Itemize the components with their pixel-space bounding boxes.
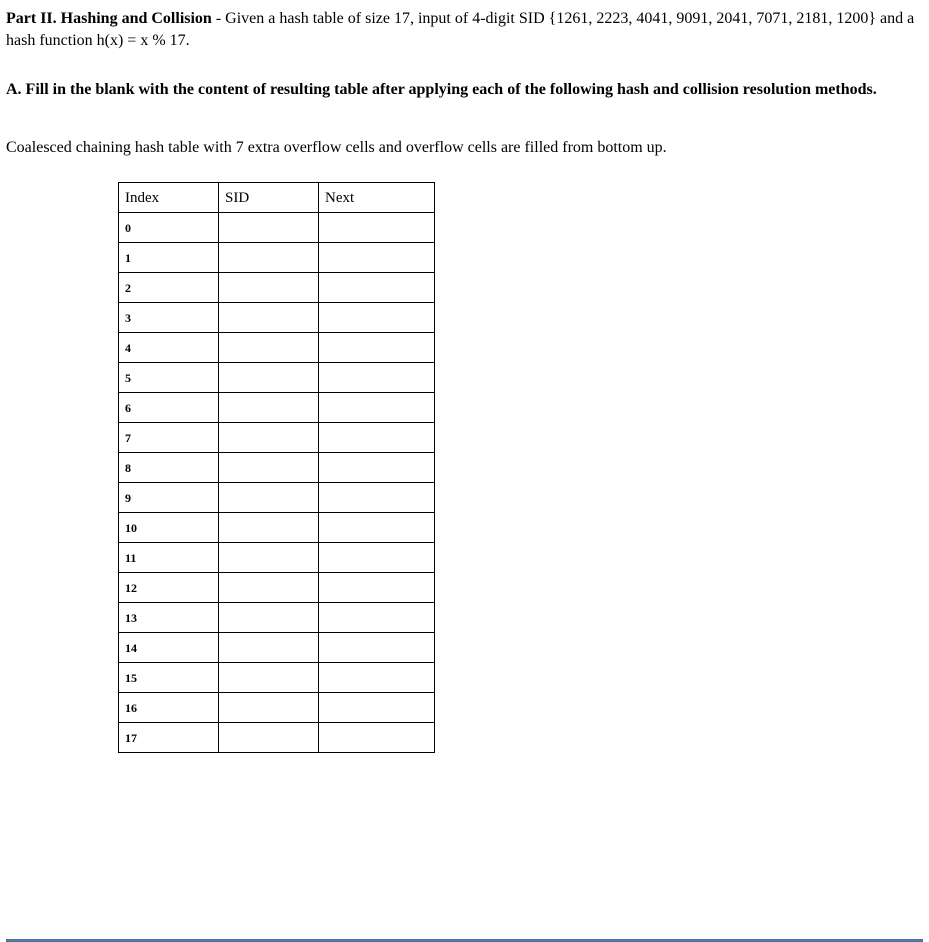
- cell-next[interactable]: [319, 513, 435, 543]
- cell-next[interactable]: [319, 543, 435, 573]
- cell-next[interactable]: [319, 483, 435, 513]
- cell-sid[interactable]: [219, 303, 319, 333]
- table-row: 2: [119, 273, 435, 303]
- cell-next[interactable]: [319, 393, 435, 423]
- cell-index: 0: [119, 213, 219, 243]
- cell-next[interactable]: [319, 363, 435, 393]
- table-row: 1: [119, 243, 435, 273]
- cell-sid[interactable]: [219, 633, 319, 663]
- col-header-next: Next: [319, 183, 435, 213]
- section-a-heading: A. Fill in the blank with the content of…: [6, 79, 923, 101]
- cell-sid[interactable]: [219, 663, 319, 693]
- cell-next[interactable]: [319, 333, 435, 363]
- cell-index: 7: [119, 423, 219, 453]
- table-row: 10: [119, 513, 435, 543]
- cell-sid[interactable]: [219, 513, 319, 543]
- table-row: 12: [119, 573, 435, 603]
- table-body: 0 1 2 3 4 5 6 7 8 9 10 11 12 13 14 15 16…: [119, 213, 435, 753]
- cell-index: 14: [119, 633, 219, 663]
- table-row: 6: [119, 393, 435, 423]
- table-row: 17: [119, 723, 435, 753]
- table-row: 7: [119, 423, 435, 453]
- table-row: 15: [119, 663, 435, 693]
- table-row: 5: [119, 363, 435, 393]
- cell-index: 8: [119, 453, 219, 483]
- table-row: 0: [119, 213, 435, 243]
- table-row: 14: [119, 633, 435, 663]
- cell-index: 17: [119, 723, 219, 753]
- cell-index: 16: [119, 693, 219, 723]
- cell-sid[interactable]: [219, 363, 319, 393]
- cell-next[interactable]: [319, 603, 435, 633]
- cell-index: 6: [119, 393, 219, 423]
- col-header-index: Index: [119, 183, 219, 213]
- intro-lead-bold: Part II. Hashing and Collision: [6, 10, 212, 27]
- cell-sid[interactable]: [219, 213, 319, 243]
- cell-sid[interactable]: [219, 483, 319, 513]
- cell-index: 13: [119, 603, 219, 633]
- cell-index: 12: [119, 573, 219, 603]
- cell-next[interactable]: [319, 213, 435, 243]
- cell-next[interactable]: [319, 423, 435, 453]
- cell-next[interactable]: [319, 573, 435, 603]
- table-row: 4: [119, 333, 435, 363]
- cell-index: 3: [119, 303, 219, 333]
- cell-index: 2: [119, 273, 219, 303]
- cell-next[interactable]: [319, 303, 435, 333]
- cell-sid[interactable]: [219, 603, 319, 633]
- table-row: 3: [119, 303, 435, 333]
- cell-sid[interactable]: [219, 573, 319, 603]
- cell-next[interactable]: [319, 693, 435, 723]
- cell-index: 4: [119, 333, 219, 363]
- table-row: 16: [119, 693, 435, 723]
- col-header-sid: SID: [219, 183, 319, 213]
- table-row: 9: [119, 483, 435, 513]
- chaining-description: Coalesced chaining hash table with 7 ext…: [6, 137, 923, 159]
- cell-index: 11: [119, 543, 219, 573]
- cell-next[interactable]: [319, 723, 435, 753]
- cell-next[interactable]: [319, 243, 435, 273]
- cell-index: 1: [119, 243, 219, 273]
- cell-next[interactable]: [319, 453, 435, 483]
- cell-index: 5: [119, 363, 219, 393]
- cell-sid[interactable]: [219, 393, 319, 423]
- cell-sid[interactable]: [219, 543, 319, 573]
- cell-sid[interactable]: [219, 333, 319, 363]
- table-row: 11: [119, 543, 435, 573]
- cell-next[interactable]: [319, 633, 435, 663]
- table-row: 8: [119, 453, 435, 483]
- table-header-row: Index SID Next: [119, 183, 435, 213]
- cell-sid[interactable]: [219, 723, 319, 753]
- table-row: 13: [119, 603, 435, 633]
- cell-next[interactable]: [319, 273, 435, 303]
- cell-index: 9: [119, 483, 219, 513]
- cell-index: 15: [119, 663, 219, 693]
- cell-next[interactable]: [319, 663, 435, 693]
- hash-table-container: Index SID Next 0 1 2 3 4 5 6 7 8 9 10 11…: [118, 182, 923, 753]
- hash-table: Index SID Next 0 1 2 3 4 5 6 7 8 9 10 11…: [118, 182, 435, 753]
- intro-paragraph: Part II. Hashing and Collision - Given a…: [6, 8, 923, 51]
- cell-sid[interactable]: [219, 693, 319, 723]
- cell-sid[interactable]: [219, 273, 319, 303]
- cell-sid[interactable]: [219, 243, 319, 273]
- cell-index: 10: [119, 513, 219, 543]
- cell-sid[interactable]: [219, 453, 319, 483]
- cell-sid[interactable]: [219, 423, 319, 453]
